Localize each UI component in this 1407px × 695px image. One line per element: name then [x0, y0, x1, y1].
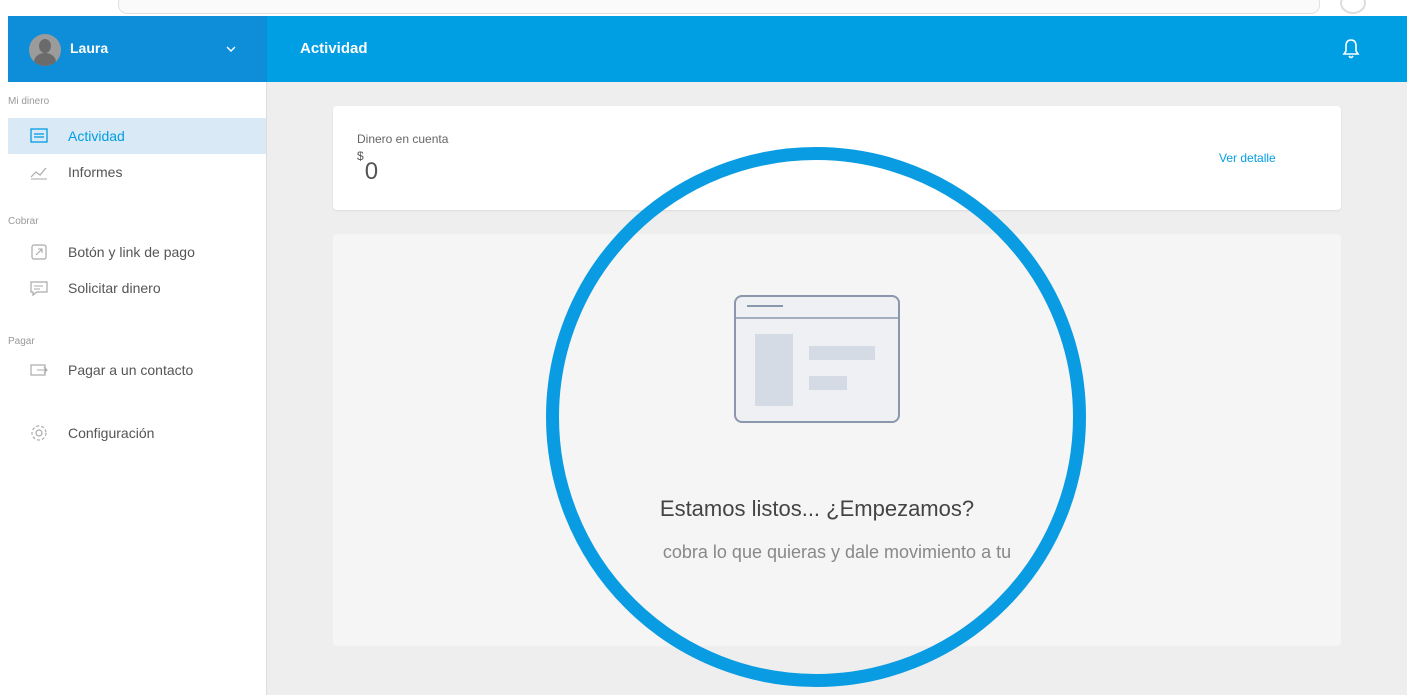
chevron-down-icon [226, 46, 236, 52]
currency-symbol: $ [357, 149, 364, 163]
avatar [29, 34, 61, 66]
sidebar-item-informes[interactable]: Informes [8, 154, 266, 190]
sidebar: Mi dinero Actividad Informes Cobrar Botó… [8, 82, 267, 695]
sidebar-item-actividad[interactable]: Actividad [8, 118, 266, 154]
list-icon [30, 128, 48, 143]
gear-icon [31, 425, 47, 441]
sidebar-item-label: Solicitar dinero [68, 280, 161, 296]
main-content: Dinero en cuenta $0 Ver detalle Estamos … [267, 82, 1407, 695]
section-label-pagar: Pagar [8, 336, 35, 347]
ver-detalle-link[interactable]: Ver detalle [1219, 151, 1276, 165]
section-label-cobrar: Cobrar [8, 216, 39, 227]
user-name: Laura [70, 40, 109, 56]
empty-state-title: Estamos listos... ¿Empezamos? [659, 496, 975, 521]
link-icon [31, 244, 47, 260]
sidebar-item-label: Botón y link de pago [68, 244, 195, 260]
sidebar-item-label: Configuración [68, 425, 155, 441]
top-header: Actividad [267, 16, 1407, 82]
balance-label: Dinero en cuenta [357, 132, 449, 146]
message-icon [30, 281, 48, 297]
balance-amount: $0 [357, 149, 379, 186]
section-label-mi-dinero: Mi dinero [8, 96, 50, 107]
sidebar-item-solicitar-dinero[interactable]: Solicitar dinero [8, 270, 266, 306]
address-bar[interactable] [118, 0, 1320, 14]
sidebar-item-label: Pagar a un contacto [68, 362, 194, 378]
browser-top-strip [0, 0, 1407, 16]
browser-profile-icon[interactable] [1340, 0, 1366, 14]
sidebar-item-boton-link[interactable]: Botón y link de pago [8, 234, 266, 270]
sidebar-item-pagar-contacto[interactable]: Pagar a un contacto [8, 352, 266, 388]
balance-number: 0 [364, 158, 379, 185]
bell-icon[interactable] [1341, 38, 1361, 60]
balance-card: Dinero en cuenta $0 Ver detalle [333, 106, 1341, 210]
app-window: Laura Actividad Mi dinero Actividad Info… [8, 16, 1407, 695]
page-title: Actividad [300, 40, 368, 57]
sidebar-item-label: Actividad [68, 128, 125, 144]
empty-state-subtitle: cobra lo que quieras y dale movimiento a… [662, 542, 1012, 562]
sidebar-item-label: Informes [68, 164, 123, 180]
user-menu[interactable]: Laura [8, 16, 267, 82]
transfer-icon [30, 364, 48, 376]
chart-icon [30, 167, 47, 180]
sidebar-item-configuracion[interactable]: Configuración [8, 415, 266, 451]
empty-state-card: Estamos listos... ¿Empezamos? cobra lo q… [333, 234, 1341, 646]
empty-activity-illustration [734, 295, 900, 423]
